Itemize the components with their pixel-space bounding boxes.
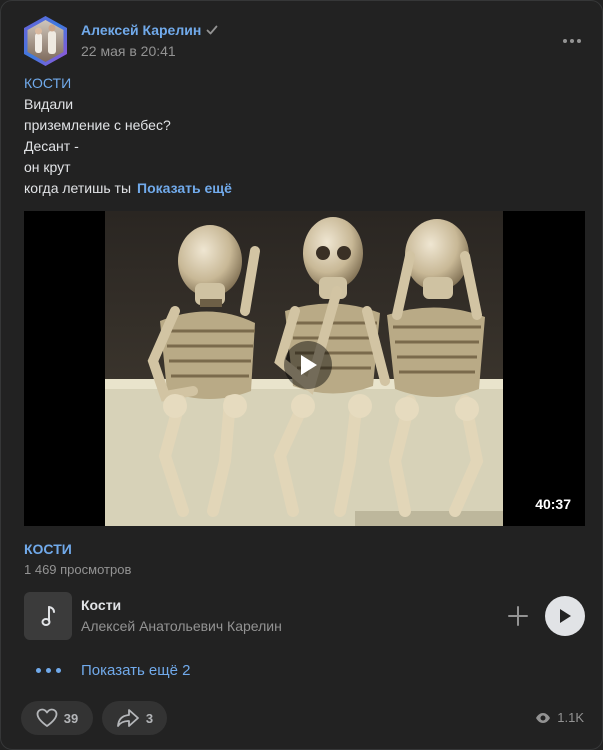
author-avatar[interactable] xyxy=(21,15,70,67)
show-more-attachments-label[interactable]: Показать ещё 2 xyxy=(81,662,190,679)
post-card: Алексей Карелин 22 мая в 20:41 КОСТИ Вид… xyxy=(0,0,603,750)
post-text-line: Десант - xyxy=(24,138,79,154)
post-text: КОСТИ Видали приземление с небес? Десант… xyxy=(24,73,584,199)
video-title[interactable]: КОСТИ xyxy=(24,541,72,557)
video-player[interactable]: 40:37 xyxy=(24,211,585,526)
play-icon[interactable] xyxy=(284,341,332,389)
author-name-text[interactable]: Алексей Карелин xyxy=(81,22,201,38)
more-dots-icon xyxy=(24,667,72,673)
heart-icon xyxy=(36,708,58,727)
post-text-line: он крут xyxy=(24,159,71,175)
audio-track[interactable]: Кости Алексей Анатольевич Карелин xyxy=(24,592,585,640)
play-icon xyxy=(560,609,571,623)
views-counter: 1.1K xyxy=(535,710,584,725)
check-icon xyxy=(206,25,218,35)
show-more-attachments[interactable]: Показать ещё 2 xyxy=(24,658,324,682)
post-text-line: приземление с небес? xyxy=(24,117,171,133)
plus-icon[interactable] xyxy=(508,604,528,628)
audio-play-button[interactable] xyxy=(545,596,585,636)
show-more-text-link[interactable]: Показать ещё xyxy=(137,180,232,196)
share-button[interactable]: 3 xyxy=(102,701,167,735)
post-date[interactable]: 22 мая в 20:41 xyxy=(81,43,176,59)
post-text-line: Видали xyxy=(24,96,74,112)
share-arrow-icon xyxy=(116,709,139,727)
like-count: 39 xyxy=(63,710,79,726)
post-text-last-line: когда летишь ты Показать ещё xyxy=(24,178,584,199)
author-name[interactable]: Алексей Карелин xyxy=(81,22,218,38)
more-horizontal-icon[interactable] xyxy=(559,31,585,51)
post-hashtag[interactable]: КОСТИ xyxy=(24,73,584,94)
eye-icon xyxy=(536,712,551,723)
post-text-line: когда летишь ты xyxy=(24,180,132,196)
share-count: 3 xyxy=(145,710,154,726)
music-note-icon xyxy=(24,592,72,640)
video-duration: 40:37 xyxy=(535,496,571,512)
views-count-text: 1.1K xyxy=(557,710,584,725)
audio-title[interactable]: Кости xyxy=(81,597,121,613)
video-views: 1 469 просмотров xyxy=(24,562,132,577)
like-button[interactable]: 39 xyxy=(21,701,93,735)
audio-artist[interactable]: Алексей Анатольевич Карелин xyxy=(81,618,282,634)
